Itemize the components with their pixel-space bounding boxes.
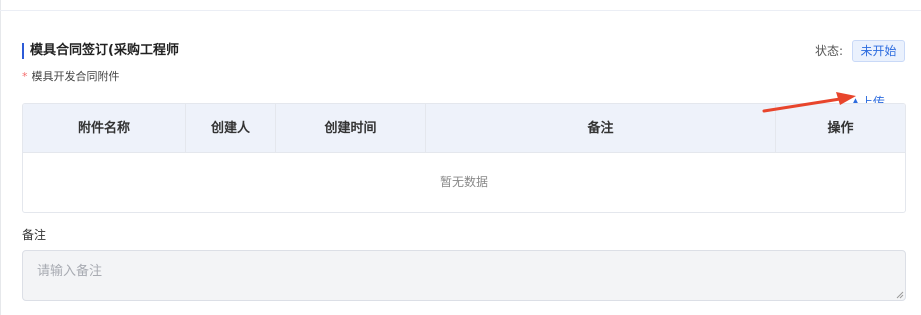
red-arrow-icon [762,92,856,113]
status-badge: 未开始 [852,40,905,62]
attachment-label: 模具开发合同附件 [31,70,120,83]
remark-textarea[interactable] [22,250,906,301]
status-label: 状态: [815,44,844,58]
table-empty-state: 暂无数据 [439,175,488,189]
column-header-created-time: 创建时间 [276,104,426,153]
required-mark: * [22,70,28,83]
top-divider [0,10,921,11]
remark-label: 备注 [22,228,47,242]
column-header-remark: 备注 [426,104,776,153]
contract-signing-panel: 模具合同签订(采购工程师 状态: 未开始 * 模具开发合同附件 ▲ 上传 附件名称 … [0,0,921,315]
resize-handle[interactable] [896,291,904,299]
column-header-creator: 创建人 [186,104,276,153]
left-border [0,0,1,315]
attachment-table: 附件名称 创建人 创建时间 备注 操作 暂无数据 [22,103,906,213]
section-title: 模具合同签订(采购工程师 [22,43,179,59]
attachment-field-label: * 模具开发合同附件 [22,70,120,84]
column-header-attachment-name: 附件名称 [23,104,186,153]
